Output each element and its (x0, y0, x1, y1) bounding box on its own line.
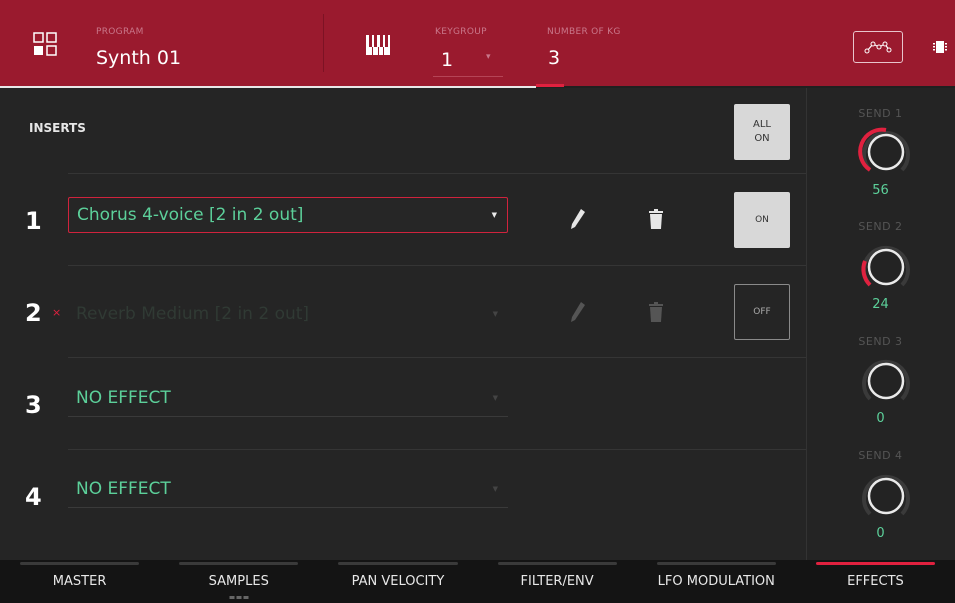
insert-toggle-1[interactable]: ON (734, 192, 790, 248)
effects-screen: PROGRAM Synth 01 KEYGROUP 1 ▾ NUMBER OF … (0, 0, 955, 603)
send-1-knob[interactable] (856, 124, 916, 180)
tab-filter-env[interactable]: FILTER/ENV (478, 560, 637, 603)
number-of-kg-indicator (536, 84, 564, 87)
send-4-value: 0 (876, 526, 885, 541)
slot-number-4: 4 (25, 483, 42, 511)
send-2-value: 24 (872, 297, 889, 312)
send-3-value: 0 (876, 411, 885, 426)
edit-pencil-icon[interactable] (570, 208, 586, 230)
insert-toggle-2[interactable]: OFF (734, 284, 790, 340)
keygroup-value[interactable]: 1 (441, 49, 453, 71)
effect-select-3[interactable]: NO EFFECT ▼ (68, 381, 508, 417)
effect-select-1[interactable]: Chorus 4-voice [2 in 2 out] ▼ (68, 197, 508, 233)
all-on-label-2: ON (754, 133, 770, 144)
delete-trash-icon[interactable] (649, 209, 663, 229)
row-divider (68, 173, 806, 174)
all-on-label-1: ALL (753, 119, 771, 130)
send-1-value: 56 (872, 183, 889, 198)
tab-indicator (20, 562, 140, 565)
effect-name-1: Chorus 4-voice [2 in 2 out] (77, 205, 304, 225)
tab-samples[interactable]: SAMPLES (159, 560, 318, 603)
keygroup-label: KEYGROUP (435, 27, 487, 37)
more-pages-icon (229, 596, 249, 599)
dropdown-caret-icon: ▼ (492, 310, 498, 318)
tab-label: FILTER/ENV (520, 574, 594, 589)
tab-lfo-modulation[interactable]: LFO MODULATION (637, 560, 796, 603)
dropdown-caret-icon: ▼ (492, 394, 498, 402)
send-3-label: SEND 3 (858, 335, 903, 348)
send-2-knob[interactable] (856, 239, 916, 295)
header-bar: PROGRAM Synth 01 KEYGROUP 1 ▾ NUMBER OF … (0, 0, 955, 86)
effect-name-4: NO EFFECT (76, 479, 171, 499)
pads-icon[interactable] (33, 32, 57, 56)
slot-number-1: 1 (25, 207, 42, 235)
bottom-tabs: MASTER SAMPLES PAN VELOCITY FILTER/ENV L… (0, 560, 955, 603)
tab-indicator (179, 562, 299, 565)
effect-select-2[interactable]: Reverb Medium [2 in 2 out] ▼ (68, 297, 508, 333)
bypass-mark: × (52, 306, 62, 319)
program-value[interactable]: Synth 01 (96, 47, 181, 69)
tab-indicator (338, 562, 458, 565)
row-divider (68, 449, 806, 450)
all-on-button[interactable]: ALL ON (734, 104, 790, 160)
slot-number-3: 3 (25, 391, 42, 419)
envelope-icon (864, 41, 892, 54)
send-4-knob[interactable] (856, 468, 916, 524)
header-divider (323, 14, 324, 72)
number-of-kg-label: NUMBER OF KG (547, 27, 621, 37)
number-of-kg-value[interactable]: 3 (548, 47, 560, 69)
tab-indicator (497, 562, 617, 565)
row-divider (68, 265, 806, 266)
keyboard-icon[interactable] (366, 35, 390, 55)
keygroup-underline (433, 76, 503, 77)
tab-master[interactable]: MASTER (0, 560, 159, 603)
dropdown-caret-icon: ▼ (492, 485, 498, 493)
send-3-knob[interactable] (856, 353, 916, 409)
edit-pencil-icon[interactable] (570, 301, 586, 323)
effect-name-3: NO EFFECT (76, 388, 171, 408)
effect-select-4[interactable]: NO EFFECT ▼ (68, 472, 508, 508)
delete-trash-icon[interactable] (649, 302, 663, 322)
envelope-button[interactable] (853, 31, 903, 63)
effect-name-2: Reverb Medium [2 in 2 out] (76, 304, 310, 324)
tab-pan-velocity[interactable]: PAN VELOCITY (318, 560, 477, 603)
tab-label: LFO MODULATION (657, 574, 775, 589)
inserts-title: INSERTS (29, 121, 86, 135)
tab-label: EFFECTS (847, 574, 904, 589)
tab-label: SAMPLES (208, 574, 269, 589)
send-4-label: SEND 4 (858, 449, 903, 462)
slot-number-2: 2 (25, 299, 42, 327)
send-1-label: SEND 1 (858, 107, 903, 120)
row-divider (68, 357, 806, 358)
program-label: PROGRAM (96, 27, 144, 37)
tab-effects[interactable]: EFFECTS (796, 560, 955, 603)
tab-label: MASTER (52, 574, 107, 589)
chip-icon[interactable] (933, 40, 947, 54)
keygroup-chevron-icon[interactable]: ▾ (486, 52, 491, 62)
tab-label: PAN VELOCITY (351, 574, 445, 589)
tab-indicator (815, 562, 936, 565)
tab-indicator (656, 562, 776, 565)
send-2-label: SEND 2 (858, 220, 903, 233)
dropdown-caret-icon: ▼ (491, 211, 497, 219)
